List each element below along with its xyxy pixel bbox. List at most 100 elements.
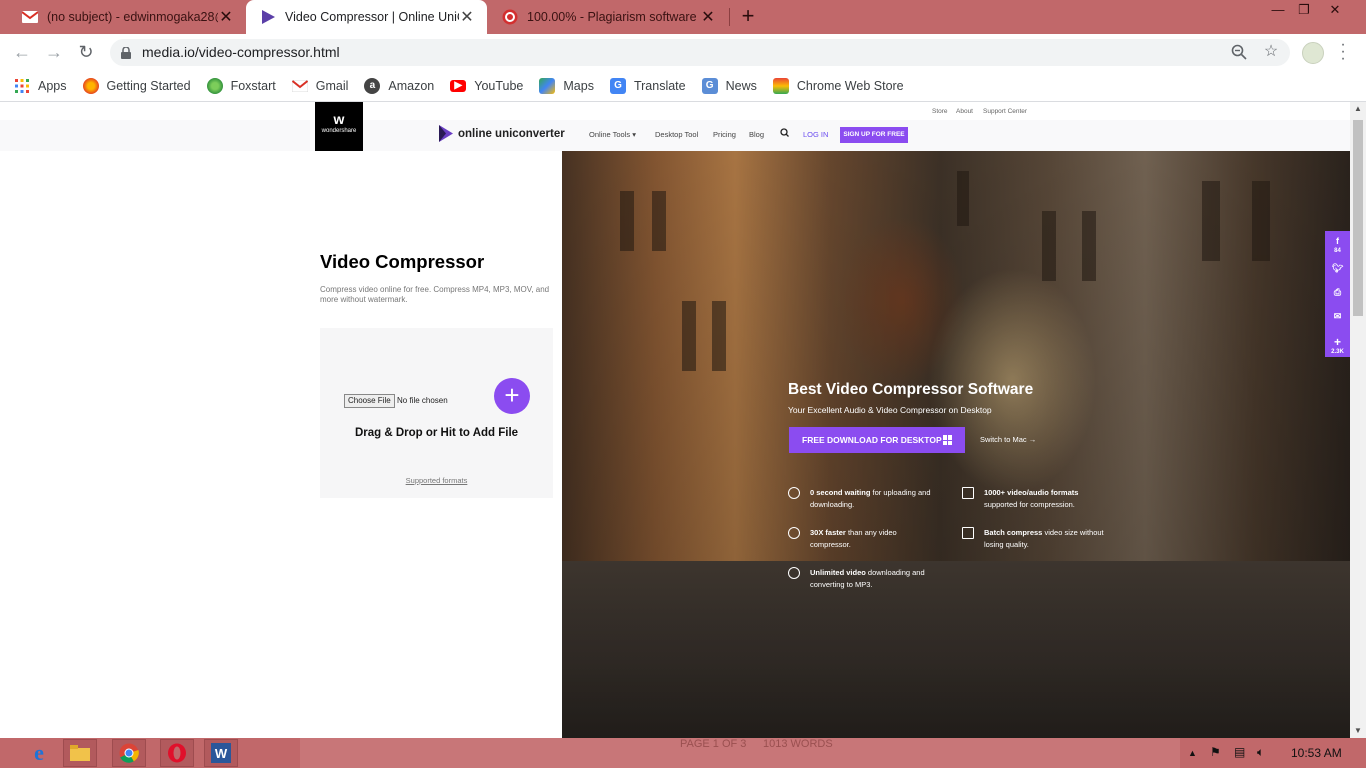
profile-avatar[interactable] bbox=[1302, 42, 1324, 64]
util-link-support[interactable]: Support Center bbox=[983, 108, 1027, 115]
forward-button[interactable]: → bbox=[44, 42, 64, 62]
opera-icon[interactable] bbox=[160, 739, 194, 767]
bookmark-label: Gmail bbox=[315, 78, 349, 93]
file-drop-zone[interactable]: Choose File No file chosen + Drag & Drop… bbox=[320, 328, 553, 498]
hero-banner: Best Video Compressor Software Your Exce… bbox=[562, 151, 1350, 738]
util-link-about[interactable]: About bbox=[956, 108, 973, 115]
util-link-store[interactable]: Store bbox=[932, 108, 948, 115]
bookmark-star-icon[interactable]: ☆ bbox=[1262, 43, 1280, 61]
file-explorer-icon[interactable] bbox=[63, 739, 97, 767]
menu-kebab-icon[interactable]: · · · bbox=[1338, 37, 1348, 67]
tab-title: Video Compressor | Online UniCo bbox=[285, 10, 459, 24]
drop-instructions: Drag & Drop or Hit to Add File bbox=[354, 427, 519, 439]
nav-desktop-tool[interactable]: Desktop Tool bbox=[655, 130, 698, 139]
bookmark-label: Getting Started bbox=[106, 78, 191, 93]
network-icon[interactable]: ▤ bbox=[1234, 745, 1245, 759]
bookmarks-bar: Apps Getting Started Foxstart Gmail a Am… bbox=[0, 70, 1366, 102]
back-button[interactable]: ← bbox=[12, 42, 32, 62]
tab-gmail[interactable]: (no subject) - edwinmogaka28@ ✕ bbox=[8, 0, 246, 34]
free-download-button[interactable]: FREE DOWNLOAD FOR DESKTOP bbox=[789, 427, 965, 453]
choose-file-button[interactable]: Choose File bbox=[344, 394, 395, 408]
feature-text: supported for compression. bbox=[984, 500, 1075, 509]
reload-button[interactable]: ↻ bbox=[76, 42, 96, 62]
bookmark-label: Foxstart bbox=[230, 78, 276, 93]
bookmark-chrome-web-store[interactable]: Chrome Web Store bbox=[772, 77, 904, 94]
feature-bold: 30X faster bbox=[810, 528, 846, 537]
scroll-up-icon[interactable]: ▲ bbox=[1350, 104, 1366, 113]
nav-online-tools[interactable]: Online Tools ▾ bbox=[589, 130, 636, 139]
tab-plagiarism[interactable]: 100.00% - Plagiarism software fre ✕ bbox=[488, 0, 728, 34]
nav-label: Online Tools bbox=[589, 130, 631, 139]
tab-strip: (no subject) - edwinmogaka28@ ✕ Video Co… bbox=[0, 0, 1366, 34]
nav-pricing[interactable]: Pricing bbox=[713, 130, 736, 139]
search-icon[interactable] bbox=[780, 128, 789, 139]
tray-expand-icon[interactable]: ▲ bbox=[1188, 748, 1197, 758]
maximize-button[interactable]: ❐ bbox=[1289, 0, 1319, 20]
chrome-icon[interactable] bbox=[112, 739, 146, 767]
logo-text: wondershare bbox=[321, 128, 357, 134]
action-center-icon[interactable]: ⚑ bbox=[1210, 745, 1221, 759]
nav-login[interactable]: LOG IN bbox=[803, 130, 828, 139]
uniconverter-logo-icon bbox=[439, 125, 453, 142]
wondershare-logo[interactable]: w wondershare bbox=[315, 102, 363, 151]
plagiarism-icon bbox=[502, 9, 518, 25]
nav-blog[interactable]: Blog bbox=[749, 130, 764, 139]
bookmark-translate[interactable]: G Translate bbox=[609, 77, 686, 94]
supported-formats-link[interactable]: Supported formats bbox=[320, 476, 553, 485]
uniconverter-icon bbox=[260, 9, 276, 25]
bookmark-getting-started[interactable]: Getting Started bbox=[82, 77, 191, 94]
email-share-icon[interactable]: ✉ bbox=[1325, 311, 1350, 322]
volume-icon[interactable]: 🔈︎ bbox=[1257, 745, 1264, 760]
news-icon: G bbox=[701, 77, 718, 94]
close-tab-icon[interactable]: ✕ bbox=[459, 7, 475, 27]
system-clock[interactable]: 10:53 AM bbox=[1291, 746, 1342, 760]
tab-title: 100.00% - Plagiarism software fre bbox=[527, 10, 700, 24]
clock-icon bbox=[788, 487, 800, 499]
bookmark-gmail[interactable]: Gmail bbox=[291, 78, 349, 94]
uniconverter-brand[interactable]: online uniconverter bbox=[438, 125, 565, 142]
address-bar[interactable]: media.io/video-compressor.html bbox=[110, 39, 1290, 66]
web-page: Store About Support Center w wondershare… bbox=[0, 102, 1350, 738]
bookmark-youtube[interactable]: ▶ YouTube bbox=[450, 79, 523, 93]
brand-name: online uniconverter bbox=[458, 127, 565, 140]
bookmark-maps[interactable]: Maps bbox=[539, 77, 594, 94]
zoom-icon[interactable] bbox=[1230, 44, 1248, 62]
bookmark-apps[interactable]: Apps bbox=[14, 78, 67, 94]
bookmark-amazon[interactable]: a Amazon bbox=[364, 77, 434, 94]
translate-icon: G bbox=[609, 77, 626, 94]
facebook-share-icon[interactable]: f bbox=[1325, 236, 1350, 246]
word-icon[interactable]: W bbox=[204, 739, 238, 767]
page-subtitle: Compress video online for free. Compress… bbox=[320, 285, 550, 304]
tab-title: (no subject) - edwinmogaka28@ bbox=[47, 10, 218, 24]
apps-grid-icon bbox=[14, 78, 30, 94]
close-tab-icon[interactable]: ✕ bbox=[218, 7, 234, 27]
tab-separator bbox=[729, 8, 730, 26]
switch-to-mac-link[interactable]: Switch to Mac → bbox=[980, 435, 1036, 444]
internet-explorer-icon[interactable]: e bbox=[22, 739, 56, 767]
more-share-icon[interactable]: + bbox=[1325, 335, 1350, 349]
new-tab-button[interactable]: + bbox=[737, 4, 759, 30]
page-scrollbar[interactable]: ▲ ▼ bbox=[1350, 102, 1366, 738]
facebook-share-count: 84 bbox=[1334, 248, 1341, 254]
close-window-button[interactable]: ✕ bbox=[1320, 0, 1350, 20]
add-file-button[interactable]: + bbox=[494, 378, 530, 414]
twitter-share-icon[interactable]: 🐦︎ bbox=[1325, 263, 1350, 274]
tab-video-compressor[interactable]: Video Compressor | Online UniCo ✕ bbox=[246, 0, 487, 34]
bookmark-foxstart[interactable]: Foxstart bbox=[206, 77, 276, 94]
gmail-icon bbox=[22, 9, 38, 25]
caret-down-icon: ▾ bbox=[632, 130, 636, 139]
bookmark-news[interactable]: G News bbox=[701, 77, 757, 94]
feature-item: 30X faster than any video compressor. bbox=[788, 527, 938, 551]
close-tab-icon[interactable]: ✕ bbox=[700, 7, 716, 27]
feature-bold: 0 second waiting bbox=[810, 488, 871, 497]
signup-button[interactable]: SIGN UP FOR FREE bbox=[840, 127, 908, 143]
scroll-down-icon[interactable]: ▼ bbox=[1350, 726, 1366, 735]
scrollbar-thumb[interactable] bbox=[1353, 120, 1363, 316]
windows-taskbar: PAGE 1 OF 3 1013 WORDS e W ▲ ⚑ ▤ 🔈︎ 10:5… bbox=[0, 738, 1366, 768]
bookmark-label: Apps bbox=[38, 78, 67, 93]
bookmark-label: Maps bbox=[563, 78, 594, 93]
hero-title: Best Video Compressor Software bbox=[788, 381, 1034, 398]
print-share-icon[interactable]: ⎙ bbox=[1325, 287, 1350, 298]
feature-item: Unlimited video downloading and converti… bbox=[788, 567, 938, 591]
page-title: Video Compressor bbox=[320, 251, 485, 272]
